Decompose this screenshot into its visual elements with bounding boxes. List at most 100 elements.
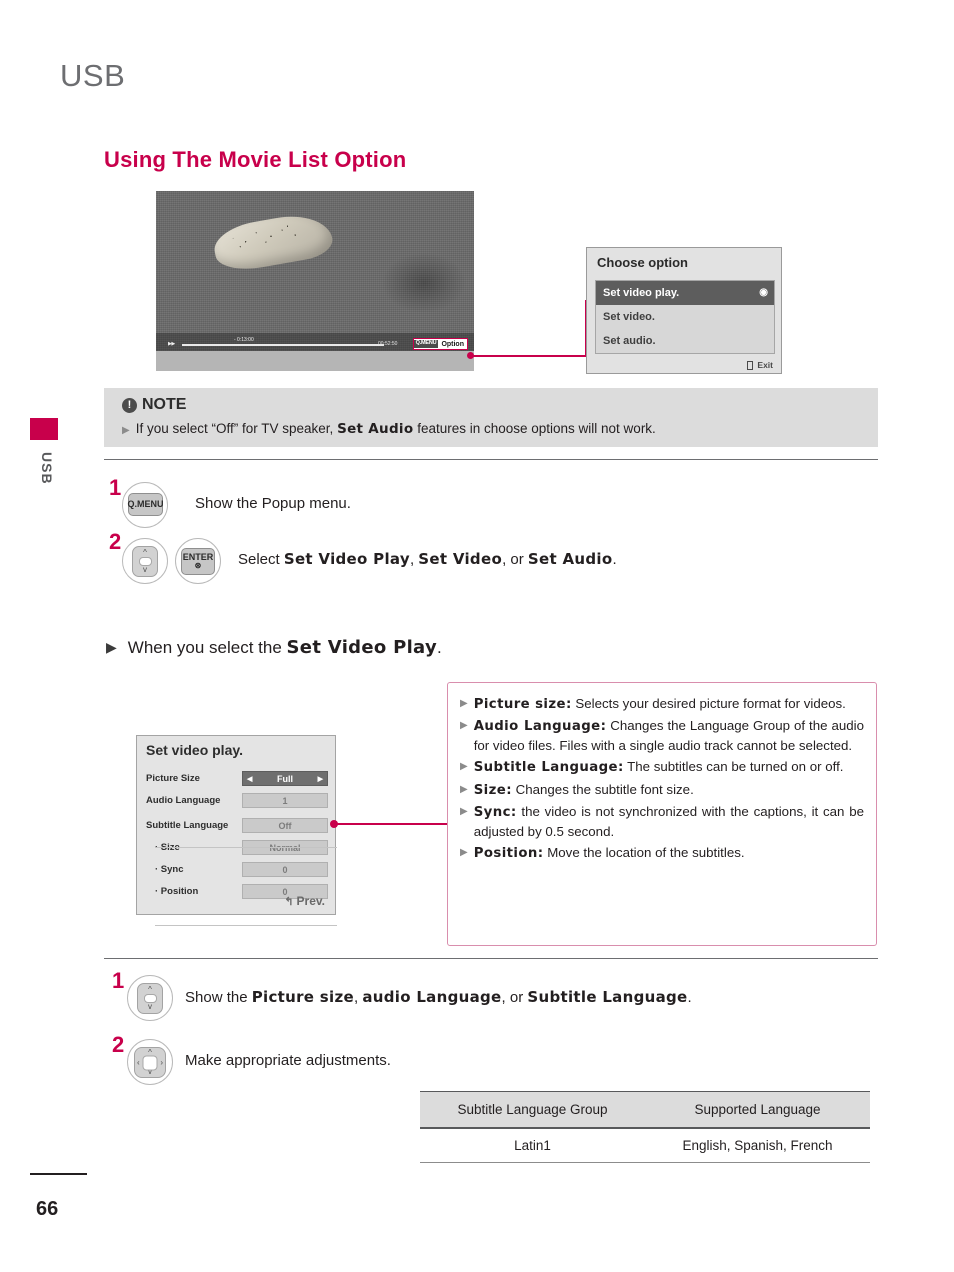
osd-value-audio-language[interactable]: 1: [242, 793, 328, 808]
chevron-down-icon[interactable]: v: [148, 1003, 152, 1011]
nav-up-down-pad[interactable]: ^ v: [132, 546, 158, 577]
chevron-left-icon[interactable]: ‹: [137, 1058, 140, 1067]
step-2-number: 2: [109, 529, 122, 554]
osd-row-list: Picture Size ◀ Full ▶ Audio Language 1 S…: [146, 769, 337, 926]
nav-up-down-pad[interactable]: ^ v: [137, 983, 163, 1014]
osd-value-subtitle-language[interactable]: Off: [242, 818, 328, 833]
note-text: If you select “Off” for TV speaker, Set …: [135, 421, 656, 437]
option-set-video-play[interactable]: Set video play. ◉: [596, 281, 774, 305]
progress-track[interactable]: [182, 344, 384, 346]
navpad-center[interactable]: [142, 1055, 158, 1070]
emphasis-picture-size: Picture size: [251, 988, 354, 1006]
step-b2-number: 2: [112, 1032, 125, 1057]
osd-divider: [155, 847, 337, 848]
desc-item-size: ▶ Size: Changes the subtitle font size.: [460, 780, 864, 800]
osd-row-audio-language[interactable]: Audio Language 1: [146, 791, 328, 810]
footer-divider: [30, 1173, 87, 1175]
qmenu-button[interactable]: Q.MENU: [128, 493, 164, 516]
step-1-text: Show the Popup menu.: [195, 495, 351, 512]
triangle-bullet-icon: ▶: [106, 639, 117, 655]
step-1-number: 1: [109, 475, 122, 500]
tv-playback-screenshot: ▶▶ - 0:13:00 00:52:50 Q.MENU Option: [156, 191, 474, 371]
back-arrow-icon: ↰: [284, 895, 294, 908]
osd-label: Subtitle Language: [146, 820, 229, 831]
desc-text: Selects your desired picture format for …: [575, 696, 846, 711]
osd-label: Audio Language: [146, 795, 221, 806]
qmenu-key-badge: Q.MENU: [413, 339, 439, 349]
desc-text: Move the location of the subtitles.: [547, 844, 745, 860]
emphasis-set-video: Set Video: [418, 550, 503, 568]
note-body: ▶ If you select “Off” for TV speaker, Se…: [122, 421, 656, 437]
osd-divider-bottom: [155, 925, 337, 926]
when-you-select-text: When you select the Set Video Play.: [127, 637, 442, 658]
enter-symbol-icon: ⊛: [194, 561, 202, 571]
emphasis-set-video-play: Set Video Play: [283, 550, 410, 568]
desc-term: Picture size:: [473, 697, 572, 712]
osd-prev-button[interactable]: ↰ Prev.: [284, 894, 325, 908]
desc-text: The subtitles can be turned on or off.: [627, 759, 844, 775]
divider-bottom: [104, 958, 878, 959]
step-b1-number: 1: [112, 968, 125, 993]
dialog-option-list: Set video play. ◉ Set video. Set audio.: [595, 280, 775, 354]
desc-item-picture-size: ▶ Picture size: Selects your desired pic…: [460, 694, 864, 714]
section-heading: Using The Movie List Option: [104, 147, 407, 172]
step-b1-text: Show the Picture size, audio Language, o…: [185, 988, 692, 1006]
desc-item-subtitle-language: ▶ Subtitle Language: The subtitles can b…: [460, 757, 864, 777]
qmenu-option-hint[interactable]: Q.MENU Option: [412, 338, 468, 350]
chevron-up-icon[interactable]: ^: [148, 986, 152, 994]
osd-label: · Position: [155, 886, 199, 897]
page-number: 66: [36, 1198, 59, 1220]
osd-label: Picture Size: [146, 773, 200, 784]
table-cell-language: English, Spanish, French: [645, 1128, 870, 1163]
table-row: Latin1 English, Spanish, French: [420, 1128, 870, 1163]
chevron-right-icon[interactable]: ›: [160, 1058, 163, 1067]
osd-value-label: Full: [277, 773, 293, 784]
radio-selected-icon: ◉: [759, 287, 768, 298]
triangle-bullet-icon: ▶: [460, 720, 468, 732]
option-label: Set video.: [603, 311, 655, 323]
enter-button[interactable]: ENTER ⊛: [181, 548, 215, 575]
photo-grain-overlay: [156, 191, 474, 351]
note-heading: NOTE: [142, 396, 187, 413]
subtitle-language-table: Subtitle Language Group Supported Langua…: [420, 1091, 870, 1163]
desc-item-sync: ▶ Sync: the video is not synchronized wi…: [460, 802, 864, 841]
triangle-bullet-icon: ▶: [122, 425, 130, 436]
osd-row-sync[interactable]: · Sync 0: [146, 860, 328, 879]
desc-term: Audio Language:: [473, 719, 607, 735]
note-header: ! NOTE: [122, 396, 186, 414]
osd-row-subtitle-language[interactable]: Subtitle Language Off: [146, 816, 328, 835]
nav-four-way-pad[interactable]: ^ v ‹ ›: [134, 1047, 166, 1078]
step-b2-text: Make appropriate adjustments.: [185, 1052, 391, 1069]
chevron-up-icon[interactable]: ^: [143, 549, 147, 557]
set-video-play-osd: Set video play. Picture Size ◀ Full ▶ Au…: [136, 735, 337, 926]
current-time-label: - 0:13:00: [234, 337, 254, 343]
triangle-bullet-icon: ▶: [460, 846, 468, 858]
desc-term: Size:: [473, 782, 512, 798]
desc-item-audio-language: ▶ Audio Language: Changes the Language G…: [460, 716, 864, 755]
emphasis-subtitle-language: Subtitle Language: [527, 988, 688, 1006]
qmenu-option-label: Option: [441, 340, 464, 348]
osd-prev-label: Prev.: [296, 894, 325, 908]
emphasis-set-video-play: Set Video Play: [286, 637, 437, 658]
fast-forward-icon: ▶▶: [168, 341, 175, 347]
osd-value-sync[interactable]: 0: [242, 862, 328, 877]
duration-label: 00:52:50: [378, 341, 398, 347]
choose-option-dialog: Choose option Set video play. ◉ Set vide…: [586, 247, 782, 374]
exit-key-icon: [747, 360, 754, 370]
osd-label: · Sync: [155, 864, 184, 875]
callout-dot-osd: [330, 820, 338, 828]
note-callout: ! NOTE ▶ If you select “Off” for TV spea…: [104, 388, 878, 447]
option-set-audio[interactable]: Set audio.: [596, 329, 774, 353]
osd-row-picture-size[interactable]: Picture Size ◀ Full ▶: [146, 769, 328, 788]
triangle-bullet-icon: ▶: [460, 698, 468, 709]
osd-value-picture-size[interactable]: ◀ Full ▶: [242, 771, 328, 786]
desc-term: Position:: [473, 845, 544, 861]
emphasis-set-audio: Set Audio: [527, 550, 613, 568]
right-arrow-icon[interactable]: ▶: [318, 775, 323, 783]
option-set-video[interactable]: Set video.: [596, 305, 774, 329]
chevron-down-icon[interactable]: v: [143, 566, 147, 574]
exclamation-icon: !: [122, 397, 137, 413]
desc-item-position: ▶ Position: Move the location of the sub…: [460, 843, 864, 863]
dialog-exit-hint[interactable]: Exit: [747, 360, 773, 370]
note-emphasis: Set Audio: [337, 421, 414, 437]
